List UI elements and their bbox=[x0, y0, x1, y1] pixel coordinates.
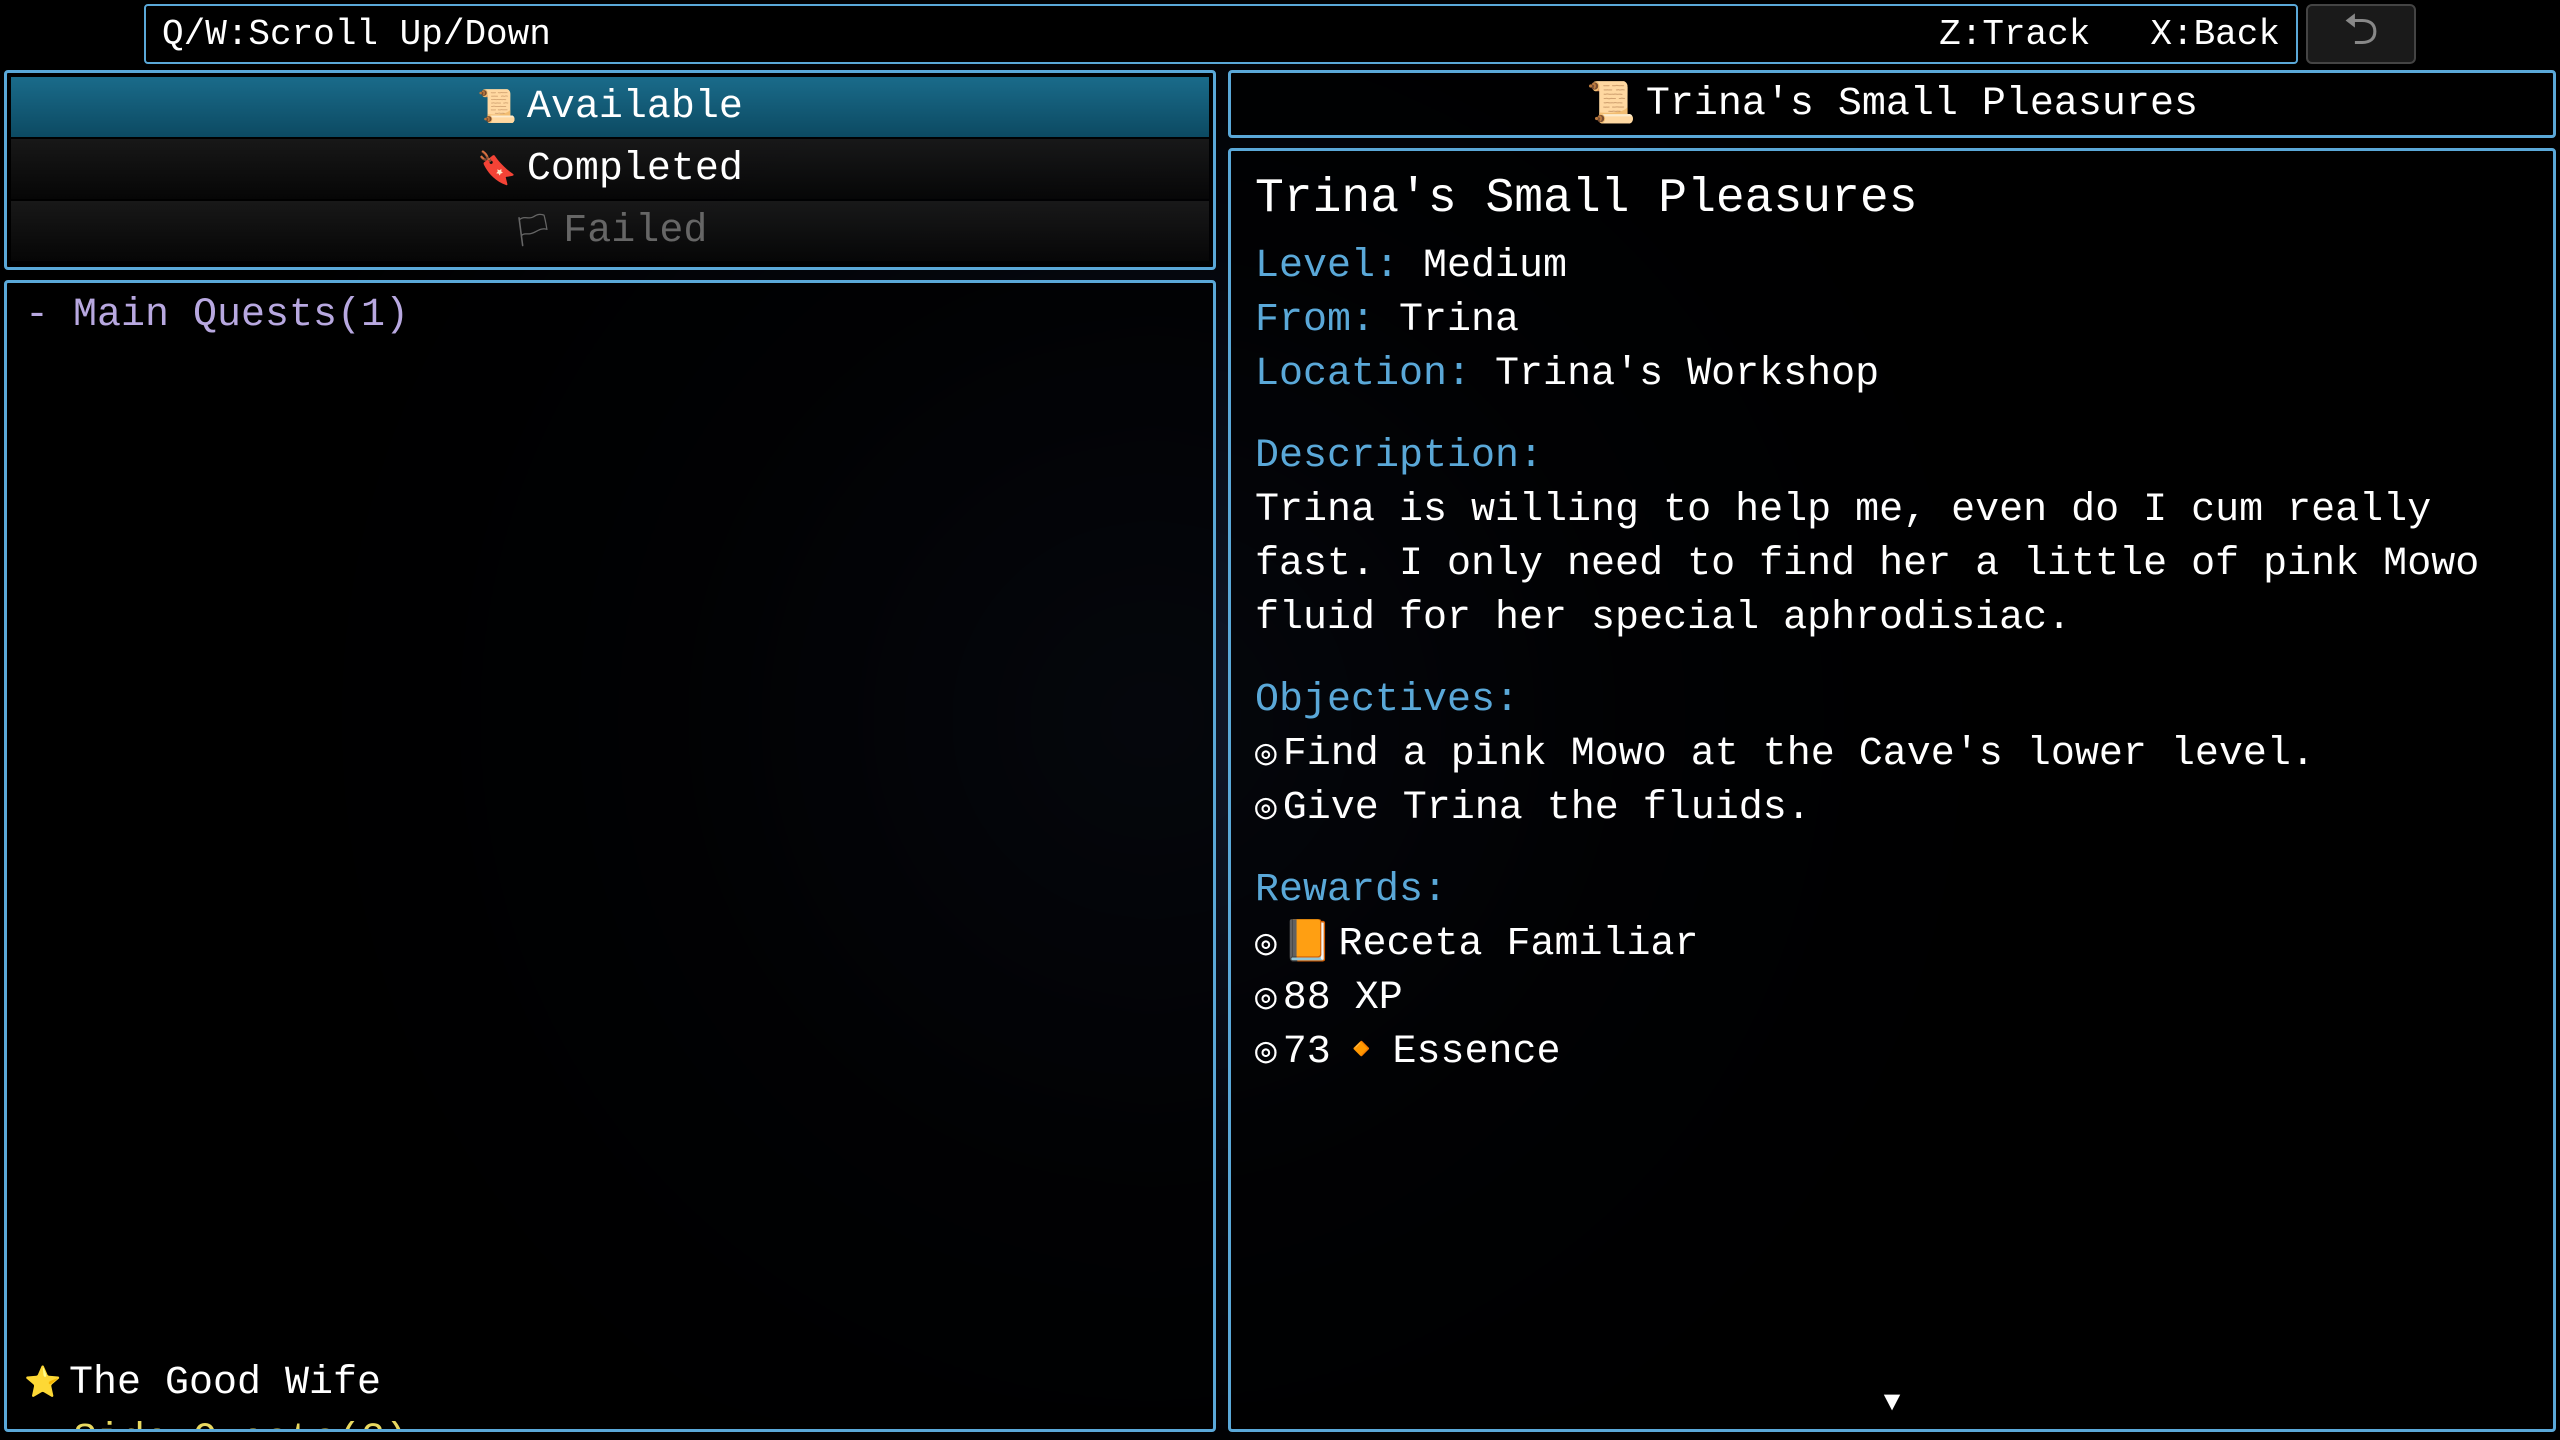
side-quests-header: - Side Quests(2) bbox=[11, 1412, 1209, 1432]
bullet-icon: ◎ bbox=[1255, 921, 1277, 970]
reward-text: Receta Familiar bbox=[1339, 918, 1699, 972]
reward-text: 88 XP bbox=[1283, 972, 1403, 1026]
back-button[interactable]: ⮌ bbox=[2306, 4, 2416, 64]
essence-icon: 🔸 bbox=[1337, 1026, 1387, 1080]
quest-item-label: The Good Wife bbox=[69, 1361, 381, 1406]
quest-detail-header-title: Trina's Small Pleasures bbox=[1646, 82, 2198, 127]
tab-failed[interactable]: 🏳 Failed bbox=[11, 201, 1209, 261]
objective-item: ◎Find a pink Mowo at the Cave's lower le… bbox=[1255, 728, 2529, 782]
quest-status-tabs: 📜 Available 🔖 Completed 🏳 Failed bbox=[4, 70, 1216, 270]
tab-completed[interactable]: 🔖 Completed bbox=[11, 139, 1209, 199]
objective-text: Give Trina the fluids. bbox=[1283, 782, 1811, 836]
tab-completed-label: Completed bbox=[527, 147, 743, 192]
failed-icon: 🏳 bbox=[513, 211, 554, 251]
hint-bar-row: Q/W:Scroll Up/Down Z:Track X:Back ⮌ bbox=[144, 4, 2416, 64]
quest-list[interactable]: - Main Quests(1) ⭐ The Good Wife - Side … bbox=[4, 280, 1216, 1432]
bullet-icon: ◎ bbox=[1255, 785, 1277, 834]
scroll-icon: 📜 bbox=[1586, 79, 1636, 129]
reward-text: 73 bbox=[1283, 1026, 1331, 1080]
from-value: Trina bbox=[1375, 298, 1519, 343]
book-icon: 📙 bbox=[1283, 918, 1333, 972]
back-arrow-icon: ⮌ bbox=[2343, 0, 2378, 72]
hint-bar: Q/W:Scroll Up/Down Z:Track X:Back bbox=[144, 4, 2298, 64]
location-label: Location: bbox=[1255, 352, 1471, 397]
tab-available[interactable]: 📜 Available bbox=[11, 77, 1209, 137]
reward-item: ◎ 73 🔸 Essence bbox=[1255, 1026, 2529, 1080]
tab-failed-label: Failed bbox=[563, 209, 707, 254]
tab-available-label: Available bbox=[527, 85, 743, 130]
quest-item-good-wife[interactable]: ⭐ The Good Wife bbox=[11, 1355, 1209, 1412]
hint-track: Z:Track bbox=[1939, 14, 2090, 55]
objectives-label: Objectives: bbox=[1255, 674, 2529, 728]
hint-back: X:Back bbox=[2150, 14, 2280, 55]
from-label: From: bbox=[1255, 298, 1375, 343]
location-value: Trina's Workshop bbox=[1471, 352, 1879, 397]
hint-scroll: Q/W:Scroll Up/Down bbox=[162, 14, 551, 55]
level-label: Level: bbox=[1255, 244, 1399, 289]
quest-detail-panel[interactable]: Trina's Small Pleasures Level: Medium Fr… bbox=[1228, 148, 2556, 1432]
bullet-icon: ◎ bbox=[1255, 975, 1277, 1024]
star-icon: ⭐ bbox=[25, 1366, 61, 1402]
quest-detail-header: 📜 Trina's Small Pleasures bbox=[1228, 70, 2556, 138]
bullet-icon: ◎ bbox=[1255, 731, 1277, 780]
scroll-down-icon: ▼ bbox=[1884, 1385, 1901, 1423]
quest-title: Trina's Small Pleasures bbox=[1255, 167, 2529, 232]
reward-suffix: Essence bbox=[1393, 1026, 1561, 1080]
reward-item: ◎ 88 XP bbox=[1255, 972, 2529, 1026]
rewards-label: Rewards: bbox=[1255, 864, 2529, 918]
objective-text: Find a pink Mowo at the Cave's lower lev… bbox=[1283, 728, 2315, 782]
scroll-icon: 📜 bbox=[477, 87, 517, 127]
reward-item: ◎ 📙 Receta Familiar bbox=[1255, 918, 2529, 972]
description-label: Description: bbox=[1255, 430, 2529, 484]
bullet-icon: ◎ bbox=[1255, 1029, 1277, 1078]
objective-item: ◎Give Trina the fluids. bbox=[1255, 782, 2529, 836]
level-value: Medium bbox=[1399, 244, 1567, 289]
completed-icon: 🔖 bbox=[477, 149, 517, 189]
main-quests-header: - Main Quests(1) bbox=[11, 287, 1209, 1355]
description-text: Trina is willing to help me, even do I c… bbox=[1255, 484, 2529, 646]
